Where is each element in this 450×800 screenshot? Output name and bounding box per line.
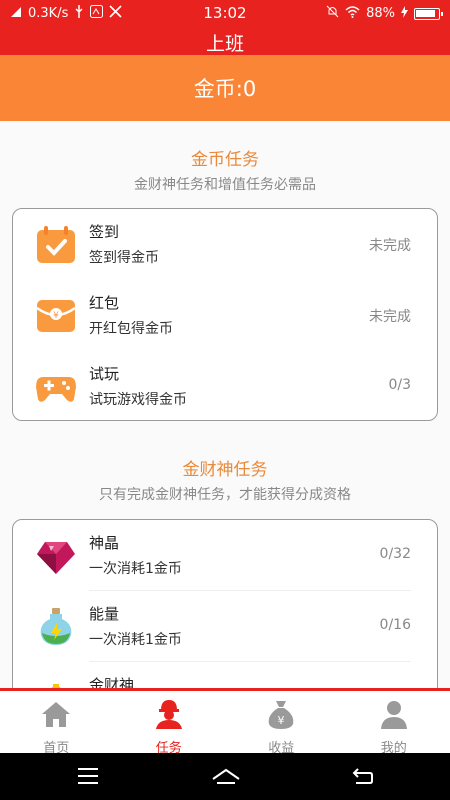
top-bar: 0.3K/s 13:02 88% 上班 (0, 0, 450, 55)
task-row-fortune-god[interactable]: 金财神 (13, 662, 437, 688)
page-title: 上班 (205, 33, 244, 55)
section-subtitle: 金财神任务和增值任务必需品 (134, 177, 316, 193)
wifi-icon (345, 5, 360, 22)
task-status: 未完成 (369, 238, 411, 254)
task-row-trial[interactable]: 试玩 试玩游戏得金币 0/3 (13, 351, 437, 422)
gamepad-icon (35, 367, 77, 407)
task-desc: 开红包得金币 (89, 321, 173, 337)
god-tasks-card: 神晶 一次消耗1金币 0/32 能量 一次消耗1金币 0/16 金财神 (12, 519, 438, 688)
task-name: 金财神 (89, 676, 135, 688)
task-name: 试玩 (89, 365, 120, 383)
red-envelope-icon: ¥ (35, 296, 77, 336)
task-status: 0/3 (388, 377, 411, 393)
svg-text:¥: ¥ (278, 714, 285, 727)
task-name: 红包 (89, 294, 120, 312)
section-subtitle: 只有完成金财神任务，才能获得分成资格 (99, 487, 351, 503)
menu-icon[interactable] (77, 767, 99, 785)
battery-percent: 88% (366, 6, 395, 21)
nav-item-mine[interactable]: 我的 (338, 691, 450, 756)
svg-text:¥: ¥ (53, 311, 59, 321)
task-row-red-envelope[interactable]: ¥ 红包 开红包得金币 未完成 (13, 280, 437, 351)
home-icon (40, 699, 72, 733)
home-button-icon[interactable] (211, 767, 241, 785)
task-row-signin[interactable]: 签到 签到得金币 未完成 (13, 209, 437, 280)
god-tasks-header: 金财神任务 只有完成金财神任务，才能获得分成资格 (0, 455, 450, 504)
nav-item-home[interactable]: 首页 (0, 691, 113, 756)
charging-icon (401, 5, 408, 22)
coin-tasks-header: 金币任务 金财神任务和增值任务必需品 (0, 145, 450, 194)
nav-item-tasks[interactable]: 任务 (113, 691, 226, 756)
coin-balance: 金币:0 (193, 77, 257, 101)
task-desc: 一次消耗1金币 (89, 632, 182, 648)
back-icon[interactable] (352, 767, 374, 785)
battery-icon (414, 7, 443, 20)
status-bar: 0.3K/s 13:02 88% (0, 0, 450, 26)
system-nav-bar (0, 753, 450, 800)
task-desc: 试玩游戏得金币 (89, 392, 187, 408)
fortune-god-icon (35, 678, 77, 688)
task-person-icon (153, 699, 185, 733)
mute-icon (326, 5, 339, 22)
energy-potion-icon (35, 607, 77, 647)
task-name: 能量 (89, 605, 120, 623)
nav-item-earnings[interactable]: ¥ 收益 (225, 691, 338, 756)
section-title: 金币任务 (191, 150, 259, 170)
money-bag-icon: ¥ (265, 699, 297, 733)
task-status: 0/32 (379, 546, 411, 562)
task-row-crystal[interactable]: 神晶 一次消耗1金币 0/32 (13, 520, 437, 591)
task-row-energy[interactable]: 能量 一次消耗1金币 0/16 (13, 591, 437, 662)
calendar-check-icon (35, 225, 77, 265)
task-name: 签到 (89, 223, 120, 241)
section-title: 金财神任务 (182, 460, 268, 480)
task-desc: 一次消耗1金币 (89, 561, 182, 577)
task-desc: 签到得金币 (89, 250, 159, 266)
task-status: 0/16 (379, 617, 411, 633)
gem-icon (35, 536, 77, 576)
coin-banner: 金币:0 (0, 55, 450, 121)
task-content[interactable]: 金币任务 金财神任务和增值任务必需品 签到 签到得金币 未完成 ¥ 红包 开红包… (0, 121, 450, 688)
task-name: 神晶 (89, 534, 120, 552)
coin-tasks-card: 签到 签到得金币 未完成 ¥ 红包 开红包得金币 未完成 试玩 试玩游戏得金币 … (12, 208, 438, 421)
bottom-nav: 首页 任务 ¥ 收益 我的 (0, 691, 450, 756)
user-icon (378, 699, 410, 733)
task-status: 未完成 (369, 309, 411, 325)
